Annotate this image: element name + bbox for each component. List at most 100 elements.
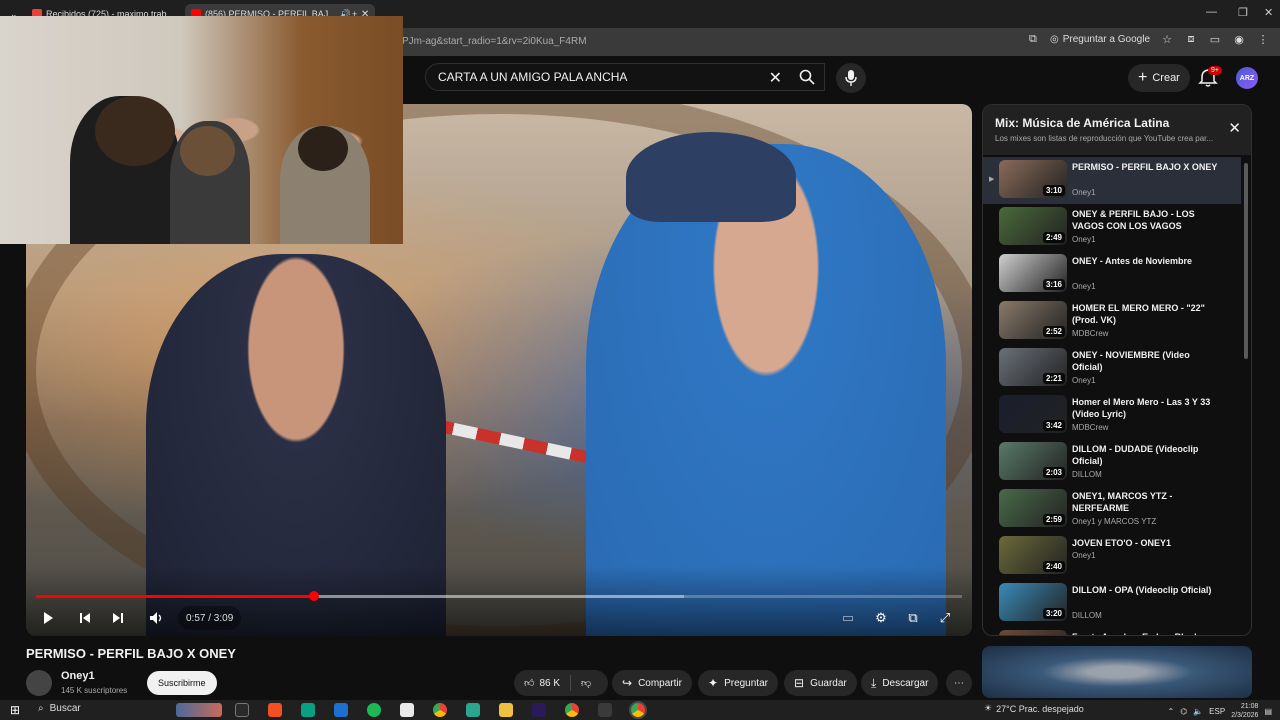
- sidebar-thumbnail[interactable]: [982, 646, 1252, 698]
- playlist-scrollbar[interactable]: [1244, 163, 1248, 359]
- more-vert-icon[interactable]: ⋮: [1256, 32, 1270, 46]
- notification-icon[interactable]: ▤: [1264, 707, 1272, 716]
- playlist-item[interactable]: 3:20 DILLOM - OPA (Videoclip Oficial) DILL…: [983, 580, 1241, 627]
- app-icon[interactable]: [268, 703, 282, 717]
- download-button[interactable]: ⤓ Descargar: [861, 670, 939, 696]
- ask-label: Preguntar: [724, 677, 768, 689]
- playlist-item-title: DILLOM - DUDADE (Videoclip Oficial): [1072, 444, 1199, 466]
- playlist-thumbnail[interactable]: 2:03: [999, 442, 1067, 480]
- playlist-item[interactable]: Fuerte Apache - En Los Blocks: [983, 627, 1241, 635]
- next-button[interactable]: [106, 606, 130, 630]
- play-button[interactable]: [36, 606, 60, 630]
- search-input[interactable]: [426, 64, 746, 90]
- cast-icon[interactable]: ▭: [1208, 32, 1222, 46]
- close-window-icon[interactable]: ✕: [1264, 6, 1273, 19]
- fullscreen-button[interactable]: ⤢: [933, 606, 957, 630]
- account-avatar[interactable]: ARZ: [1236, 67, 1258, 89]
- channel-avatar[interactable]: [26, 670, 52, 696]
- file-explorer-icon[interactable]: [499, 703, 513, 717]
- share-button[interactable]: ↪ Compartir: [612, 670, 692, 696]
- taskbar-widget[interactable]: [176, 703, 222, 717]
- bookmark-star-icon[interactable]: ☆: [1160, 32, 1174, 46]
- playlist-item-channel: MDBCrew: [1072, 329, 1109, 338]
- playlist-item[interactable]: 2:49 ONEY & PERFIL BAJO - LOS VAGOS CON L…: [983, 204, 1241, 251]
- miniplayer-button[interactable]: ⧉: [901, 606, 925, 630]
- progress-bar[interactable]: [36, 591, 962, 601]
- volume-icon[interactable]: 🔈: [1193, 707, 1203, 716]
- video-title: PERMISO - PERFIL BAJO X ONEY: [26, 646, 236, 661]
- close-icon[interactable]: ✕: [1228, 119, 1241, 137]
- playlist-item-title: ONEY1, MARCOS YTZ - NERFEARME: [1072, 491, 1173, 513]
- search-box[interactable]: ✕: [425, 63, 825, 91]
- like-button[interactable]: 👍︎ 86 K: [514, 670, 570, 696]
- chrome-icon[interactable]: [565, 703, 579, 717]
- playlist-thumbnail[interactable]: 2:59: [999, 489, 1067, 527]
- channel-name[interactable]: Oney1: [61, 670, 95, 682]
- playlist-item[interactable]: 2:03 DILLOM - DUDADE (Videoclip Oficial) D…: [983, 439, 1241, 486]
- save-button[interactable]: ⊟ Guardar: [784, 670, 857, 696]
- spotify-icon[interactable]: [367, 703, 381, 717]
- premiere-icon[interactable]: [532, 703, 546, 717]
- playlist-item[interactable]: 3:16 ONEY - Antes de Noviembre Oney1: [983, 251, 1241, 298]
- playlist-thumbnail[interactable]: 3:16: [999, 254, 1067, 292]
- playlist-item[interactable]: 2:40 JOVEN ETO'O - ONEY1 Oney1: [983, 533, 1241, 580]
- playlist-item[interactable]: ▶ 3:10 PERMISO - PERFIL BAJO X ONEY Oney1: [983, 157, 1241, 204]
- extensions-icon[interactable]: ⧈: [1184, 32, 1198, 46]
- clock[interactable]: 21:08 2/3/2026: [1231, 702, 1258, 720]
- playlist-item[interactable]: 2:52 HOMER EL MERO MERO - "22" (Prod. VK)…: [983, 298, 1241, 345]
- thumbs-up-icon: 👍︎: [524, 678, 535, 689]
- settings-button[interactable]: ⚙: [869, 606, 893, 630]
- language-indicator[interactable]: ESP: [1209, 707, 1225, 716]
- playlist-thumbnail[interactable]: 2:49: [999, 207, 1067, 245]
- chrome-icon[interactable]: [631, 703, 645, 717]
- playlist-thumbnail[interactable]: 3:42: [999, 395, 1067, 433]
- maximize-icon[interactable]: ❐: [1238, 6, 1248, 19]
- task-view-icon[interactable]: [235, 703, 249, 717]
- app-icon[interactable]: [598, 703, 612, 717]
- playlist-thumbnail[interactable]: 2:52: [999, 301, 1067, 339]
- app-icon[interactable]: [466, 703, 480, 717]
- network-icon[interactable]: ⌬: [1180, 707, 1187, 716]
- url-text[interactable]: PJm-ag&start_radio=1&rv=2i0Kua_F4RM: [402, 36, 587, 47]
- clock-date: 2/3/2026: [1231, 712, 1259, 719]
- playlist-item[interactable]: 3:42 Homer el Mero Mero - Las 3 Y 33 (Vid…: [983, 392, 1241, 439]
- voice-search-button[interactable]: [836, 63, 866, 93]
- playlist-item-title: ONEY & PERFIL BAJO - LOS VAGOS CON LOS V…: [1072, 209, 1195, 231]
- ask-button[interactable]: ✦ Preguntar: [698, 670, 778, 696]
- edge-icon[interactable]: [301, 703, 315, 717]
- playlist-thumbnail[interactable]: 2:40: [999, 536, 1067, 574]
- ask-google-button[interactable]: ◎ Preguntar a Google: [1050, 34, 1150, 45]
- chrome-icon[interactable]: [433, 703, 447, 717]
- more-actions-button[interactable]: ⋯: [946, 670, 972, 696]
- share-label: Compartir: [638, 677, 682, 689]
- search-button[interactable]: [790, 63, 824, 91]
- playlist-item[interactable]: 2:21 ONEY - NOVIEMBRE (Video Oficial) Oney…: [983, 345, 1241, 392]
- playlist-item[interactable]: 2:59 ONEY1, MARCOS YTZ - NERFEARME Oney1 y…: [983, 486, 1241, 533]
- playlist-thumbnail[interactable]: 2:21: [999, 348, 1067, 386]
- sparkle-icon: ✦: [708, 676, 719, 690]
- clear-search-icon[interactable]: ✕: [769, 68, 782, 88]
- duration-badge: 3:20: [1042, 608, 1065, 619]
- windows-start-icon[interactable]: ⊞: [8, 703, 22, 717]
- weather-widget[interactable]: ☀ 27°C Prac. despejado: [984, 703, 1084, 714]
- store-icon[interactable]: [400, 703, 414, 717]
- playlist-thumbnail[interactable]: 3:10: [999, 160, 1067, 198]
- scrubber-knob[interactable]: [308, 591, 319, 601]
- subscribe-button[interactable]: Suscribirme: [147, 671, 217, 695]
- volume-button[interactable]: [145, 606, 169, 630]
- minimize-icon[interactable]: —: [1206, 6, 1217, 18]
- previous-button[interactable]: [73, 606, 97, 630]
- playlist-thumbnail[interactable]: [999, 630, 1067, 635]
- app-icon[interactable]: [334, 703, 348, 717]
- subtitles-button[interactable]: ▭: [836, 606, 860, 630]
- install-app-icon[interactable]: ⧉: [1026, 32, 1040, 46]
- duration-badge: 2:21: [1042, 373, 1065, 384]
- time-text: 0:57 / 3:09: [186, 612, 234, 624]
- dislike-button[interactable]: 👎︎: [571, 670, 601, 696]
- like-dislike-group: 👍︎ 86 K 👎︎: [514, 670, 608, 696]
- taskbar-search[interactable]: ⌕ Buscar: [38, 703, 81, 714]
- profile-icon[interactable]: ◉: [1232, 32, 1246, 46]
- create-button[interactable]: + Crear: [1128, 64, 1190, 92]
- playlist-thumbnail[interactable]: 3:20: [999, 583, 1067, 621]
- chevron-up-icon[interactable]: ⌃: [1168, 707, 1175, 716]
